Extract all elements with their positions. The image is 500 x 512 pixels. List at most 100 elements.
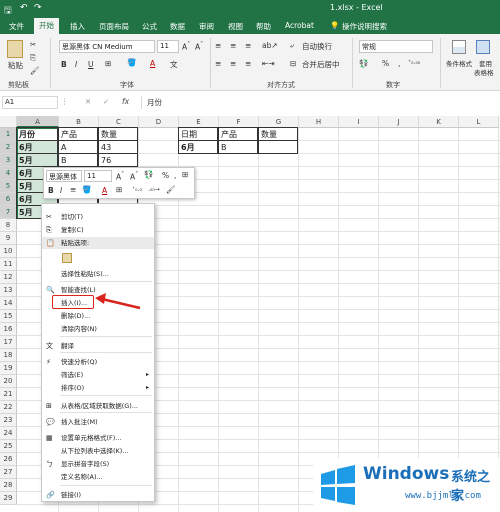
mini-font-color-icon[interactable]: A <box>102 186 107 195</box>
bold-button[interactable]: B <box>61 60 67 69</box>
row-header-1[interactable]: 1 <box>0 128 17 141</box>
cell-A3[interactable]: 5月 <box>17 154 59 167</box>
column-header-D[interactable]: D <box>139 116 179 128</box>
menu-item-14[interactable]: 💬 插入批注(M) <box>42 416 154 428</box>
mini-percent-button[interactable]: % <box>162 171 169 180</box>
insert-function-button[interactable]: fx <box>122 97 129 106</box>
menu-item-9[interactable]: 文翻译 <box>42 340 154 352</box>
align-center-icon[interactable]: ≡ <box>230 59 236 68</box>
number-format-select[interactable]: 常规 <box>359 40 433 53</box>
menu-item-0[interactable]: ✂ 剪切(T) <box>42 211 154 223</box>
mini-italic-button[interactable]: I <box>60 186 62 195</box>
format-painter-icon[interactable]: 🖌 <box>30 66 40 75</box>
tab-acrobat[interactable]: Acrobat <box>285 21 314 30</box>
align-middle-icon[interactable]: ≡ <box>230 41 236 50</box>
column-header-K[interactable]: K <box>419 116 459 128</box>
align-top-icon[interactable]: ≡ <box>215 41 221 50</box>
mini-border-icon[interactable]: ⊞ <box>116 185 122 194</box>
undo-icon[interactable]: ↶ <box>20 3 28 13</box>
menu-item-1[interactable]: ⎘ 复制(C) <box>42 224 154 236</box>
tab-page-layout[interactable]: 页面布局 <box>99 21 129 32</box>
row-header-16[interactable]: 16 <box>0 323 17 336</box>
cell-F1[interactable]: 产品 <box>219 128 259 141</box>
tab-file[interactable]: 文件 <box>9 21 24 32</box>
merge-center-button[interactable]: 合并后居中 <box>302 59 340 70</box>
mini-currency-icon[interactable]: 💱 <box>144 170 153 179</box>
row-header-18[interactable]: 18 <box>0 349 17 362</box>
cancel-icon[interactable]: ✕ <box>85 97 91 106</box>
menu-item-4[interactable]: 选择性粘贴(S)... <box>42 268 154 280</box>
tab-data[interactable]: 数据 <box>170 21 185 32</box>
row-header-3[interactable]: 3 <box>0 154 17 167</box>
enter-icon[interactable]: ✓ <box>103 97 109 106</box>
row-header-15[interactable]: 15 <box>0 310 17 323</box>
redo-icon[interactable]: ↷ <box>34 3 42 13</box>
row-header-7[interactable]: 7 <box>0 206 17 219</box>
shrink-font-icon[interactable]: A˅ <box>195 41 203 52</box>
merge-icon[interactable]: ⊟ <box>290 59 296 68</box>
menu-item-16[interactable]: 从下拉列表中选择(K)... <box>42 445 154 457</box>
wrap-text-button[interactable]: 自动换行 <box>302 41 332 52</box>
mini-grow-font-icon[interactable]: A˄ <box>116 171 124 182</box>
row-header-14[interactable]: 14 <box>0 297 17 310</box>
phonetic-icon[interactable]: 文 <box>170 59 178 70</box>
font-name-select[interactable]: 思源黑体 CN Medium <box>59 40 155 53</box>
paste-label[interactable]: 粘贴 <box>8 60 23 71</box>
font-size-select[interactable]: 11 <box>157 40 179 53</box>
row-header-10[interactable]: 10 <box>0 245 17 258</box>
name-box[interactable]: A1 <box>2 96 58 109</box>
border-icon[interactable]: ⊞ <box>105 59 111 68</box>
cell-C3[interactable]: 76 <box>99 154 139 167</box>
cell-C2[interactable]: 43 <box>99 141 139 154</box>
menu-item-18[interactable]: 定义名称(A)... <box>42 471 154 483</box>
orientation-icon[interactable]: ab↗ <box>262 41 278 50</box>
menu-item-17[interactable]: ㄅ显示拼音字段(S) <box>42 458 154 470</box>
row-header-28[interactable]: 28 <box>0 479 17 492</box>
column-header-H[interactable]: H <box>299 116 339 128</box>
underline-button[interactable]: U <box>88 60 94 69</box>
wrap-text-icon[interactable]: ⤶ <box>290 41 294 51</box>
menu-item-12[interactable]: 排序(O) ▸ <box>42 382 154 394</box>
row-header-6[interactable]: 6 <box>0 193 17 206</box>
row-header-5[interactable]: 5 <box>0 180 17 193</box>
tab-review[interactable]: 审阅 <box>199 21 214 32</box>
cell-E2[interactable]: 6月 <box>179 141 219 154</box>
cut-icon[interactable]: ✂ <box>30 40 36 49</box>
row-header-25[interactable]: 25 <box>0 440 17 453</box>
align-bottom-icon[interactable]: ≡ <box>245 41 251 50</box>
row-header-11[interactable]: 11 <box>0 258 17 271</box>
mini-font-select[interactable]: 思源黑体 <box>46 170 82 182</box>
row-header-21[interactable]: 21 <box>0 388 17 401</box>
cell-A2[interactable]: 6月 <box>17 141 59 154</box>
row-header-12[interactable]: 12 <box>0 271 17 284</box>
paste-option-icon[interactable] <box>62 253 72 263</box>
row-header-8[interactable]: 8 <box>0 219 17 232</box>
row-header-13[interactable]: 13 <box>0 284 17 297</box>
row-header-4[interactable]: 4 <box>0 167 17 180</box>
column-header-I[interactable]: I <box>339 116 379 128</box>
select-all-corner[interactable] <box>0 116 17 128</box>
row-header-22[interactable]: 22 <box>0 401 17 414</box>
cell-E1[interactable]: 日期 <box>179 128 219 141</box>
conditional-format-button[interactable]: 条件格式 <box>446 58 472 68</box>
copy-icon[interactable]: ⎘ <box>30 53 36 63</box>
cell-B3[interactable]: B <box>59 154 99 167</box>
align-left-icon[interactable]: ≡ <box>215 59 221 68</box>
tab-insert[interactable]: 插入 <box>70 21 85 32</box>
cell-A1[interactable]: 月份 <box>17 128 59 141</box>
mini-table-icon[interactable]: ⊞ <box>182 170 188 179</box>
tell-me-search[interactable]: 操作说明搜索 <box>342 21 387 32</box>
currency-icon[interactable]: 💱 <box>359 59 368 68</box>
mini-bold-button[interactable]: B <box>48 186 54 195</box>
formula-content[interactable]: 月份 <box>147 97 162 108</box>
cell-B2[interactable]: A <box>59 141 99 154</box>
mini-size-select[interactable]: 11 <box>84 170 112 182</box>
mini-fill-color-icon[interactable]: 🪣 <box>82 185 91 194</box>
menu-item-13[interactable]: ⊞ 从表格/区域获取数据(G)... <box>42 400 154 412</box>
row-header-2[interactable]: 2 <box>0 141 17 154</box>
row-header-23[interactable]: 23 <box>0 414 17 427</box>
cell-G1[interactable]: 数量 <box>259 128 299 141</box>
row-header-27[interactable]: 27 <box>0 466 17 479</box>
column-header-J[interactable]: J <box>379 116 419 128</box>
increase-decimal-icon[interactable]: ⁺₀.₀₀ <box>408 59 420 66</box>
